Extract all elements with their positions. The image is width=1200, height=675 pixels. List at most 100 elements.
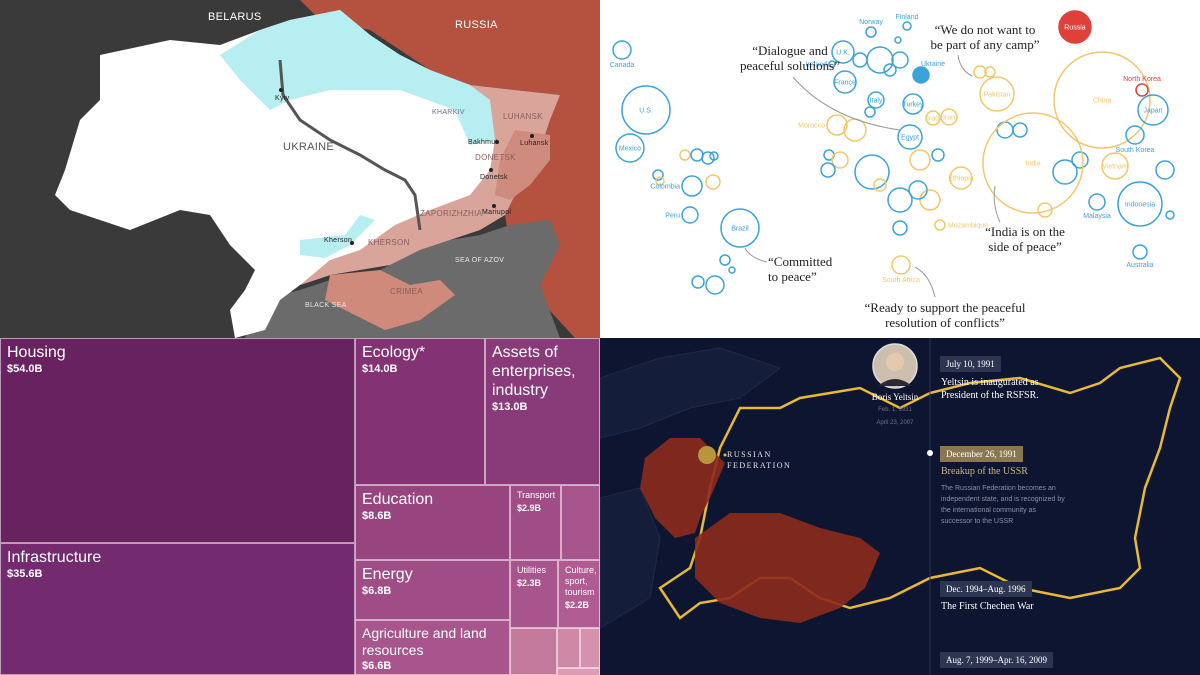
bubble-label-russia: Russia (1064, 25, 1086, 32)
bubble-label-south-africa: South Africa (882, 277, 920, 284)
city-kherson: Kherson (324, 237, 352, 244)
label-crimea: CRIMEA (390, 287, 423, 296)
timeline-active-marker (927, 450, 933, 456)
cell-name: Culture, sport, tourism (565, 565, 597, 597)
event-body: The Russian Federation becomes an indepe… (941, 485, 1065, 525)
bubble-label-indonesia: Indonesia (1125, 202, 1155, 209)
label-russia: RUSSIA (455, 19, 498, 31)
bubble-unlabeled (892, 220, 908, 236)
bubble-colombia (681, 175, 703, 197)
bubble-norway (865, 26, 877, 38)
quote-dialogue-l1: “Dialogue and (752, 43, 828, 58)
ukraine-map-svg: BELARUS RUSSIA UKRAINE KHARKIV LUHANSK D… (55, 0, 600, 338)
event-date-active[interactable]: December 26, 1991 (940, 446, 1023, 462)
bubble-unlabeled (719, 254, 731, 266)
bubble-label-malaysia: Malaysia (1083, 213, 1111, 220)
bubble-canada (612, 40, 632, 60)
bubble-ukraine (912, 66, 930, 84)
bubble-label-brazil: Brazil (731, 226, 749, 233)
cell-value: $6.8B (362, 585, 392, 597)
label-belarus: BELARUS (208, 11, 261, 23)
bubble-unlabeled (852, 52, 868, 68)
city-dot-mariupol (492, 204, 496, 208)
bubble-unlabeled (909, 149, 931, 171)
event-title-l2: President of the RSFSR. (941, 390, 1039, 401)
bubble-label-morocco: Morocco (798, 123, 825, 130)
event-date[interactable]: July 10, 1991 (940, 356, 1001, 372)
bubble-label-turkey: Turkey (902, 102, 924, 109)
bubble-label-australia: Australia (1126, 262, 1153, 269)
bubble-label-south-korea: South Korea (1116, 147, 1155, 154)
quote-peace-l2: to peace” (768, 269, 817, 284)
country-stance-bubble-chart: Canada U.S. Mexico Colombia Peru Brazil Norway… (600, 0, 1200, 338)
event-date[interactable]: Dec. 1994–Aug. 1996 (940, 581, 1032, 597)
quote-camp-l1: “We do not want to (935, 22, 1036, 37)
bubble-label-ukraine: Ukraine (921, 61, 945, 68)
bubble-unlabeled (831, 151, 849, 169)
bubble-unlabeled (996, 121, 1014, 139)
city-mariupol: Mariupol (482, 209, 511, 216)
treemap-cell-small-2 (557, 628, 580, 668)
event-title: Breakup of the USSR (941, 466, 1028, 477)
cell-name: Ecology* (362, 344, 426, 361)
bubble-label-mexico: Mexico (619, 146, 641, 153)
cell-value: $13.0B (492, 401, 528, 413)
label-black-sea: BLACK SEA (305, 302, 347, 309)
treemap-cell-unlabeled (561, 485, 600, 560)
bubble-unlabeled (866, 46, 894, 74)
bubble-label-iran: Iran (943, 115, 955, 122)
city-dot-kyiv (279, 88, 283, 92)
treemap-cell-infrastructure: Infrastructure $35.6B (0, 543, 355, 675)
label-donetsk-region: DONETSK (475, 153, 516, 162)
coat-of-arms-icon (698, 446, 716, 464)
event-title-l1: Yeltsin is inaugurated as (941, 377, 1039, 388)
bubble-peru (681, 206, 699, 224)
bubble-label-china: China (1093, 98, 1111, 105)
cell-name: Transport (517, 490, 556, 500)
quote-india-l1: “India is on the (985, 224, 1065, 239)
city-donetsk: Donetsk (480, 174, 508, 181)
connector-india (993, 185, 1001, 223)
cell-value: $2.9B (517, 503, 542, 513)
bubble-unlabeled (908, 180, 928, 200)
bubble-unlabeled (691, 275, 705, 289)
treemap-cell-culture: Culture, sport, tourism $2.2B (558, 560, 600, 628)
quote-india-l2: side of peace” (988, 239, 1062, 254)
bubble-label-norway: Norway (859, 19, 883, 26)
bubble-unlabeled (705, 275, 725, 295)
bubble-label-iraq: Iraq (927, 116, 939, 123)
label-sea-of-azov: SEA OF AZOV (455, 257, 504, 264)
bubble-unlabeled (919, 189, 941, 211)
bubble-chart-svg: Canada U.S. Mexico Colombia Peru Brazil Norway… (610, 10, 1175, 330)
bubble-south-africa (891, 255, 911, 275)
bubble-label-egypt: Egypt (901, 135, 919, 142)
treemap-cell-agriculture: Agriculture and land resources $6.6B (355, 620, 510, 675)
city-bakhmut: Bakhmut (468, 139, 498, 146)
city-luhansk: Luhansk (520, 140, 549, 147)
bubble-unlabeled (728, 266, 736, 274)
treemap-cell-small-3 (580, 628, 600, 668)
quote-camp-l2: be part of any camp” (930, 37, 1039, 52)
bubble-unlabeled (701, 151, 715, 165)
bubble-morocco (826, 114, 848, 136)
treemap-cell-education: Education $8.6B (355, 485, 510, 560)
bubble-unlabeled (873, 178, 887, 192)
cell-name: Utilities (517, 565, 547, 575)
bubble-mozambique (934, 219, 946, 231)
cell-name: Infrastructure (7, 549, 102, 566)
bubble-unlabeled (894, 36, 902, 44)
bubble-unlabeled (931, 148, 945, 162)
ukraine-war-map: BELARUS RUSSIA UKRAINE KHARKIV LUHANSK D… (0, 0, 600, 338)
portrait-face (886, 353, 904, 371)
bubble-label-ethiopia: Ethiopia (948, 176, 973, 183)
event-date[interactable]: Aug. 7, 1999–Apr. 16, 2009 (940, 652, 1053, 668)
quote-ready-l1: “Ready to support the peaceful (865, 300, 1026, 315)
cell-name: Agriculture and land resources (362, 625, 487, 658)
treemap-cell-ecology: Ecology* $14.0B (355, 338, 485, 485)
bubble-malaysia (1088, 193, 1106, 211)
label-kharkiv: KHARKIV (432, 109, 465, 116)
city-dot-donetsk (489, 168, 493, 172)
bubble-north-korea (1135, 83, 1149, 97)
bubble-label-france: France (834, 80, 856, 87)
bubble-unlabeled (820, 162, 836, 178)
